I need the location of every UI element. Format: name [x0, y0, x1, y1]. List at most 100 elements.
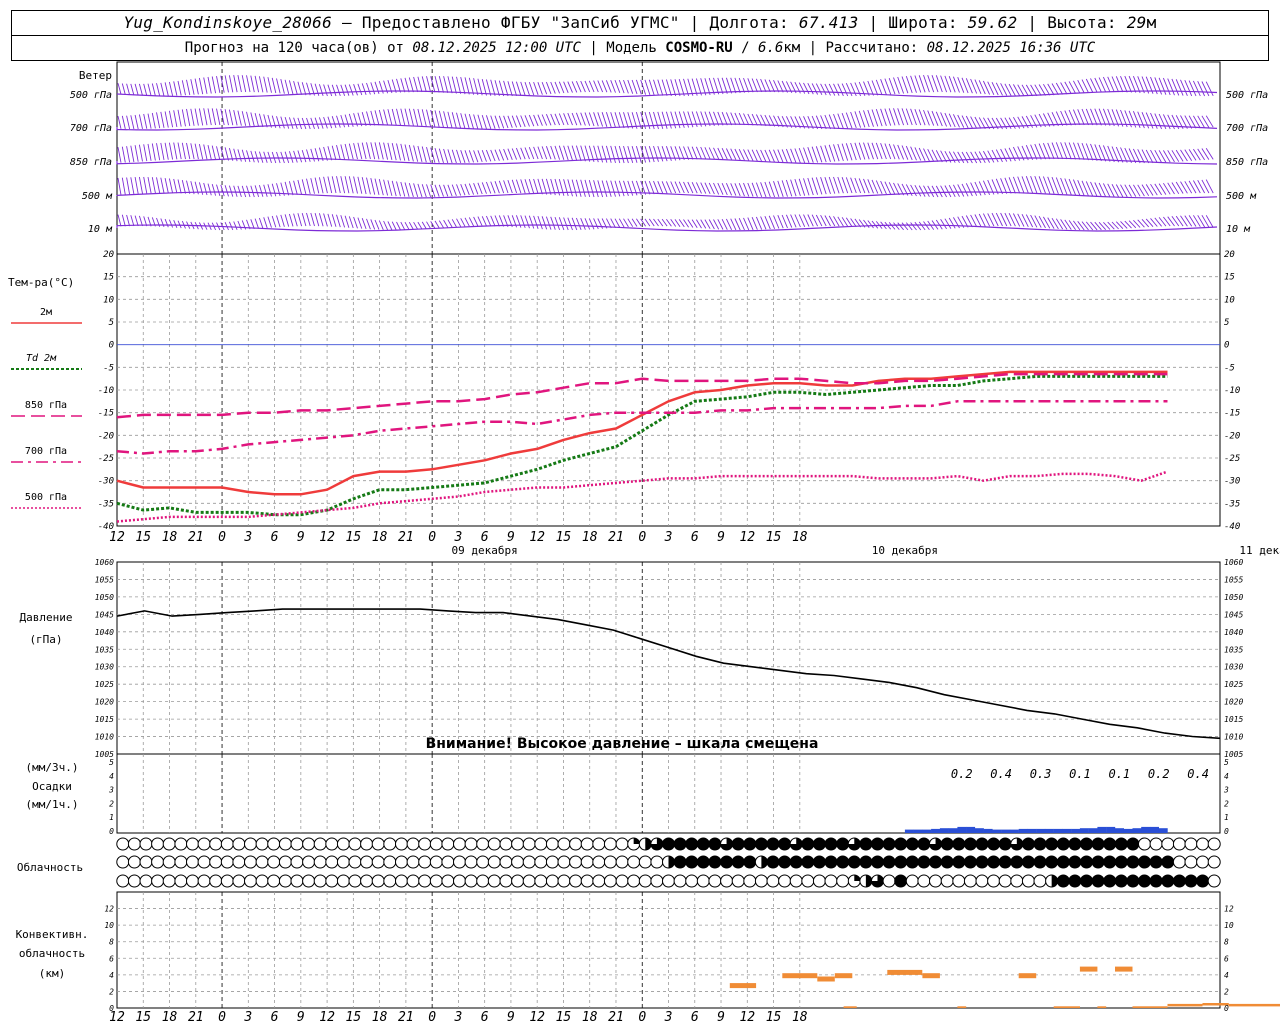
cloud-symbol: [917, 837, 931, 851]
cloud-symbol: [778, 837, 792, 851]
cloud-symbol: [499, 855, 513, 869]
convective-cloud-bar: [1132, 1006, 1168, 1008]
cloud-symbol: [325, 874, 339, 888]
cloud-symbol: [789, 855, 803, 869]
cloud-symbol: [522, 855, 536, 869]
cloud-symbol: [522, 837, 536, 851]
wind-barb-row: [116, 142, 1218, 165]
cloud-symbol: [638, 874, 652, 888]
cloud-symbol: [801, 855, 815, 869]
cloud-symbol: [1056, 837, 1070, 851]
precip-bar: [1150, 826, 1159, 833]
precip-tick-right: 5: [1224, 758, 1229, 767]
cloud-symbol: [975, 855, 989, 869]
cloud-symbol: [987, 855, 1001, 869]
hour-tick-label-bottom: 18: [792, 1010, 808, 1024]
hour-tick-label-bottom: 12: [319, 1010, 335, 1024]
wind-level-label-right: 500 гПа: [1226, 90, 1268, 101]
cloud-symbol: [685, 855, 699, 869]
cloud-symbol: [905, 874, 919, 888]
cloud-symbol: [1126, 855, 1140, 869]
cloud-symbol: [754, 837, 768, 851]
cloud-symbol: [1161, 837, 1175, 851]
cloud-symbol: [824, 855, 838, 869]
wind-barbs: [117, 212, 1214, 231]
pressure-tick-right: 1030: [1224, 663, 1243, 672]
cloud-symbol: [290, 837, 304, 851]
cloud-symbol: [592, 855, 606, 869]
cloud-symbol: [197, 874, 211, 888]
cloud-symbol: [569, 855, 583, 869]
cloud-symbol: [487, 874, 501, 888]
hour-tick-label-bottom: 3: [664, 1010, 673, 1024]
conv-axis-label: Конвективн.: [16, 928, 89, 941]
cloud-symbol: [383, 874, 397, 888]
cloud-symbol: [127, 855, 141, 869]
precip-tick-right: 0: [1224, 827, 1229, 836]
cloud-symbol: [673, 837, 687, 851]
cloud-symbol: [580, 874, 594, 888]
cloud-symbol: [859, 855, 873, 869]
convective-cloud-bar: [782, 973, 818, 979]
precip-bar: [1132, 828, 1142, 833]
temp-tick-left: -25: [98, 454, 114, 464]
cloud-symbol: [348, 837, 362, 851]
cloud-symbol: [545, 837, 559, 851]
temp-tick-right: -15: [1224, 409, 1240, 419]
conv-tick-right: 2: [1224, 987, 1229, 996]
cloud-symbol: [615, 855, 629, 869]
hour-tick-label: 6: [691, 530, 699, 545]
cloud-symbol: [1033, 874, 1047, 888]
pressure-tick-right: 1040: [1224, 628, 1243, 637]
conv-tick-right: 10: [1224, 921, 1234, 930]
cloud-symbol-fill: [761, 856, 768, 868]
cloud-symbol: [534, 874, 548, 888]
cloud-symbol: [209, 855, 223, 869]
temp-tick-right: -40: [1224, 522, 1240, 532]
hour-tick-label-bottom: 6: [271, 1010, 279, 1024]
wind-barbs: [117, 142, 1214, 164]
convective-cloud-bar: [922, 973, 940, 979]
convective-cloud-bar: [957, 1006, 967, 1008]
cloud-symbol: [232, 837, 246, 851]
cloud-symbol: [453, 855, 466, 869]
cloud-symbol: [116, 837, 130, 851]
cloud-symbol: [836, 874, 850, 888]
precip-tick-right: 2: [1224, 799, 1229, 808]
cloud-symbol: [1172, 837, 1186, 851]
wind-barbs: [117, 74, 1214, 97]
hour-tick-label-bottom: 9: [717, 1010, 725, 1024]
hour-tick-label-bottom: 0: [428, 1010, 436, 1024]
cloud-symbol: [917, 855, 931, 869]
cloud-symbol: [1068, 874, 1082, 888]
temp-tick-left: -15: [98, 409, 114, 419]
cloud-symbol: [371, 837, 385, 851]
hour-tick-label-bottom: 6: [481, 1010, 489, 1024]
precip-tick-left: 5: [109, 758, 114, 767]
cloud-symbol: [1114, 855, 1128, 869]
precip-tick-right: 4: [1224, 772, 1229, 781]
cloud-symbol: [673, 855, 687, 869]
cloud-symbol: [336, 874, 350, 888]
cloud-symbol: [766, 855, 780, 869]
cloud-symbol: [778, 874, 792, 888]
conv-tick-right: 12: [1224, 905, 1234, 914]
pressure-tick-left: 1050: [95, 593, 114, 602]
wind-level-label-right: 10 м: [1226, 224, 1251, 235]
cloud-symbol: [975, 874, 989, 888]
cloud-symbol: [789, 874, 803, 888]
cloud-symbol: [255, 855, 269, 869]
cloud-symbol: [116, 874, 130, 888]
convective-cloud-bar: [817, 976, 835, 982]
day-label: 09 декабря: [452, 544, 518, 557]
cloud-symbol: [662, 837, 675, 851]
cloud-symbol: [395, 837, 408, 851]
convective-cloud-bar: [1079, 966, 1098, 972]
cloud-symbol: [302, 855, 316, 869]
cloud-symbol: [487, 837, 501, 851]
pressure-tick-right: 1025: [1224, 680, 1243, 689]
cloud-symbol: [336, 837, 350, 851]
cloud-symbol: [336, 855, 350, 869]
cloud-symbol: [1184, 837, 1198, 851]
hour-tick-label-bottom: 18: [582, 1010, 598, 1024]
